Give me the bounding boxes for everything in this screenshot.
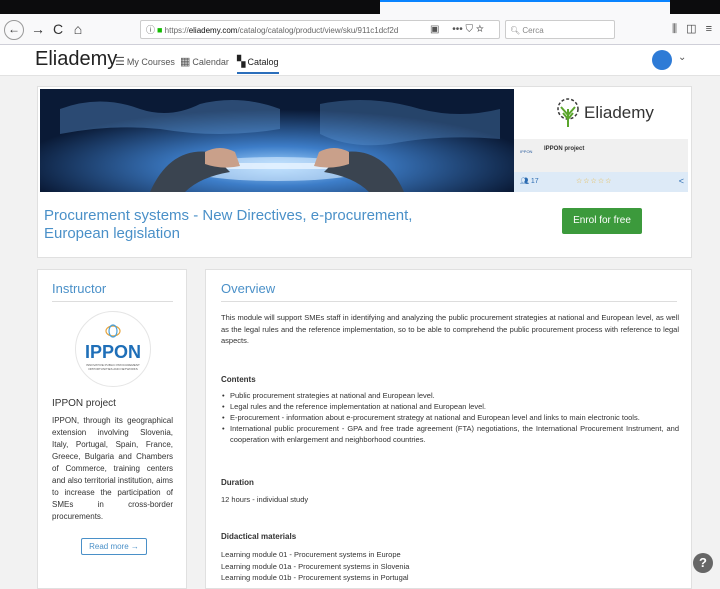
didactic-heading: Didactical materials	[221, 532, 297, 541]
course-stats: 👥︎ 17 ☆☆☆☆☆ <	[514, 172, 688, 192]
overview-intro: This module will support SMEs staff in i…	[221, 313, 679, 345]
logo-wordmark: IPPON	[84, 342, 141, 362]
toolbar-icons: ⫼ ◫ ≡	[672, 20, 712, 39]
contents-heading: Contents	[221, 375, 256, 384]
users-icon: 👥︎	[520, 178, 529, 185]
project-info: IPPON IPPON project	[514, 139, 688, 172]
nav-catalog[interactable]: ▚ Catalog	[237, 55, 279, 74]
back-arrow-icon[interactable]: ←	[4, 20, 24, 40]
url-domain: eliademy.com	[188, 26, 238, 35]
duration-text: 12 hours - individual study	[221, 495, 309, 504]
course-title: Procurement systems - New Directives, e-…	[44, 207, 413, 242]
instructor-name: IPPON project	[52, 398, 116, 409]
rings-icon	[105, 324, 121, 338]
library-icon[interactable]: ⫼	[672, 23, 677, 35]
forward-arrow-icon[interactable]: →	[28, 19, 48, 39]
course-banner-image	[40, 89, 514, 192]
list-item[interactable]: Learning module 01b - Procurement system…	[221, 572, 409, 584]
participants-count: 👥︎ 17	[520, 177, 539, 185]
brand-name: Eliademy	[584, 103, 654, 122]
rating-stars[interactable]: ☆☆☆☆☆	[576, 177, 612, 185]
instructor-bio: IPPON, through its geographical extensio…	[52, 416, 173, 521]
help-button[interactable]: ?	[693, 553, 713, 573]
divider	[52, 301, 173, 302]
browser-toolbar: ← → C ⌂ ⓘ ■ https://eliademy.com/catalog…	[0, 14, 720, 45]
page-actions-icon[interactable]: •••	[452, 24, 463, 35]
divider	[221, 301, 677, 302]
url-actions: ▣ ••• ⛉ ☆	[430, 20, 484, 39]
list-item[interactable]: Learning module 01 - Procurement systems…	[221, 549, 409, 561]
grid-icon: ▚	[237, 56, 246, 68]
nav-calendar[interactable]: ▦ Calendar	[180, 55, 229, 68]
search-icon: 🔍︎	[510, 26, 521, 35]
nav-catalog-label: Catalog	[247, 57, 279, 67]
overview-heading: Overview	[221, 281, 276, 296]
brand-panel: Eliademy	[514, 89, 688, 139]
chevron-down-icon[interactable]: ⌄	[678, 52, 686, 63]
user-avatar[interactable]	[652, 50, 672, 70]
banner-graphic	[40, 89, 514, 192]
list-item: E-procurement - information about e-proc…	[221, 412, 679, 423]
read-more-button[interactable]: Read more →	[81, 538, 147, 555]
menu-icon[interactable]: ≡	[706, 23, 712, 35]
enrol-button[interactable]: Enrol for free	[562, 208, 642, 234]
nav-calendar-label: Calendar	[192, 57, 229, 67]
reader-view-icon[interactable]: ▣	[430, 24, 439, 35]
nav-my-courses-label: My Courses	[126, 57, 175, 67]
info-icon[interactable]: ⓘ	[146, 21, 155, 40]
share-icon[interactable]: <	[679, 176, 684, 186]
url-prefix: https://	[164, 26, 189, 35]
browser-tab-strip	[0, 0, 720, 14]
duration-heading: Duration	[221, 478, 254, 487]
sidebar-icon[interactable]: ◫	[686, 23, 696, 35]
active-tab[interactable]	[380, 0, 670, 14]
project-thumbnail: IPPON	[520, 149, 533, 154]
calendar-icon: ▦	[180, 56, 191, 68]
site-logo[interactable]: Eliademy	[35, 48, 117, 71]
lock-icon: ■	[157, 25, 163, 35]
search-placeholder: Cerca	[522, 26, 544, 35]
didactic-list: Learning module 01 - Procurement systems…	[221, 549, 409, 584]
instructor-heading: Instructor	[52, 281, 107, 296]
project-name[interactable]: IPPON project	[544, 146, 584, 152]
reload-icon[interactable]: C	[48, 19, 68, 39]
participants-value: 17	[530, 178, 539, 185]
menu-icon: ☰	[115, 56, 125, 68]
search-input[interactable]: 🔍︎ Cerca	[505, 20, 615, 39]
contents-list: Public procurement strategies at nationa…	[221, 390, 679, 445]
bookmark-star-icon[interactable]: ☆	[476, 24, 484, 35]
nav-my-courses[interactable]: ☰ My Courses	[115, 55, 175, 68]
pocket-icon[interactable]: ⛉	[466, 24, 474, 35]
tree-logo-icon	[557, 98, 579, 127]
url-path: /catalog/catalog/product/view/sku/911c1d…	[237, 26, 399, 35]
list-item[interactable]: Learning module 01a - Procurement system…	[221, 561, 409, 573]
instructor-logo: IPPON INNOVATIVE PUBLIC PROCUREMENT OPPO…	[75, 311, 151, 387]
logo-subtext: INNOVATIVE PUBLIC PROCUREMENT OPPORTUNIT…	[86, 363, 140, 371]
list-item: Public procurement strategies at nationa…	[221, 390, 679, 401]
home-icon[interactable]: ⌂	[68, 19, 88, 39]
list-item: Legal rules and the reference implementa…	[221, 401, 679, 412]
list-item: International public procurement - GPA a…	[221, 423, 679, 445]
